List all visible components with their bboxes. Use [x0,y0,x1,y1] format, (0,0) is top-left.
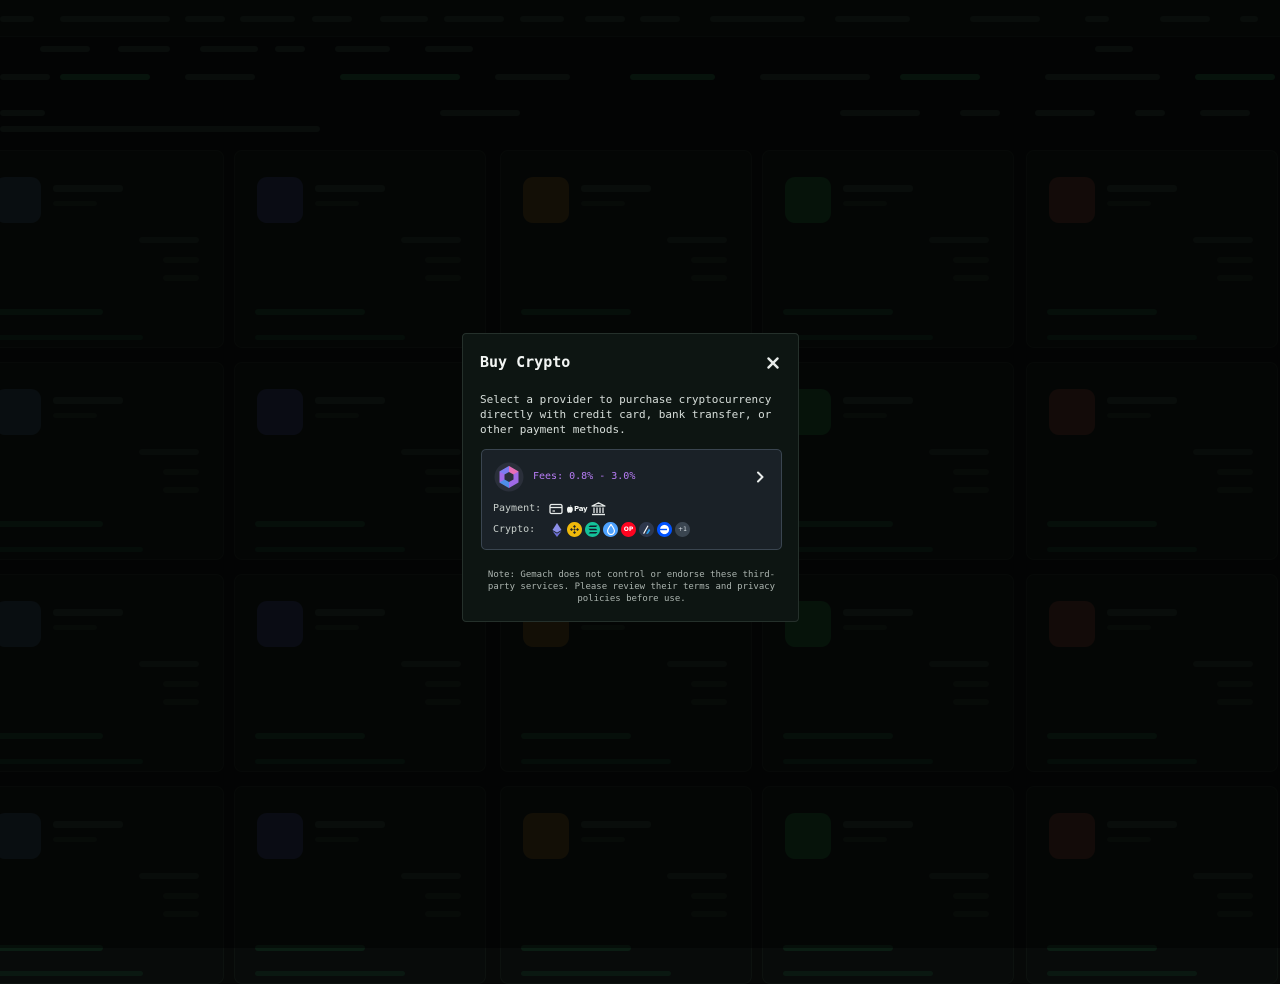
provider-fees: Fees: 0.8% - 3.0% [533,471,636,482]
more-crypto-badge: +1 [675,522,690,537]
apple-pay-icon: Pay [567,505,588,513]
modal-description: Select a provider to purchase cryptocurr… [480,393,772,436]
arbitrum-icon [639,522,654,537]
payment-methods: Pay [549,502,607,516]
apple-pay-label: Pay [574,505,588,513]
placeholder [521,971,671,976]
bnb-icon [567,522,582,537]
optimism-icon: OP [621,522,636,537]
close-button[interactable] [764,354,782,372]
payment-label: Payment: [493,503,542,514]
solana-icon [585,522,600,537]
provider-option[interactable]: Fees: 0.8% - 3.0% Payment: Pay Crypto: O… [481,449,782,550]
modal-title: Buy Crypto [480,353,571,371]
disclaimer-note: Note: Gemach does not control or endorse… [487,570,776,604]
base-icon [657,522,672,537]
placeholder [0,971,143,976]
placeholder [1047,971,1197,976]
close-icon [767,357,779,369]
card-icon [549,503,563,515]
sui-icon [603,522,618,537]
buy-crypto-modal: Buy Crypto Select a provider to purchase… [462,333,799,622]
placeholder [783,971,933,976]
ethereum-icon [549,522,564,537]
bank-icon [591,502,607,516]
placeholder [255,971,405,976]
provider-logo-icon [494,462,524,492]
crypto-label: Crypto: [493,524,536,535]
chevron-right-icon [757,471,764,483]
supported-crypto: OP +1 [549,522,690,537]
optimism-label: OP [623,526,634,533]
